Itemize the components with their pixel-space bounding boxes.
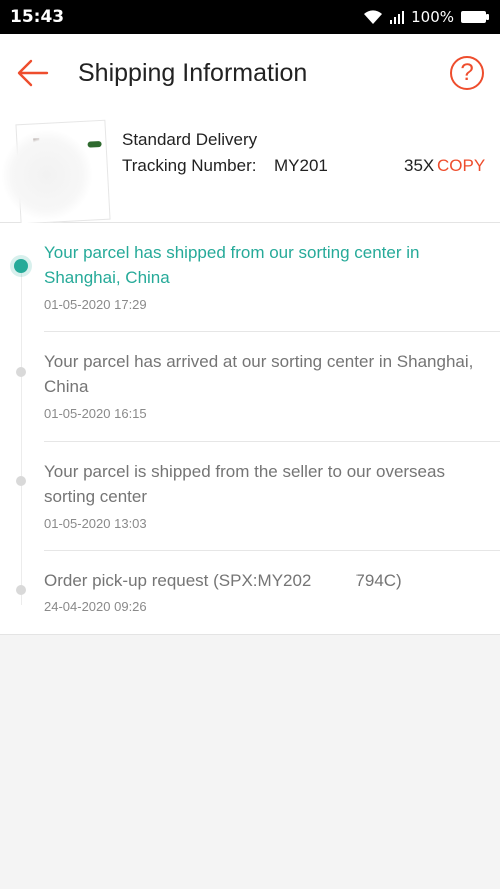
status-icons: 100% — [363, 8, 490, 26]
tracking-label: Tracking Number: — [122, 156, 257, 175]
page-title: Shipping Information — [78, 59, 308, 87]
timeline-event-time: 01-05-2020 17:29 — [44, 297, 147, 312]
timeline-event-text: Your parcel has arrived at our sorting c… — [44, 352, 474, 396]
timeline-divider — [44, 550, 500, 551]
status-time: 15:43 — [10, 7, 65, 27]
timeline-event-text-prefix: Order pick-up request (SPX:MY202 — [44, 571, 312, 590]
timeline-dot — [16, 585, 26, 595]
timeline-event-text: Your parcel is shipped from the seller t… — [44, 462, 445, 506]
timeline-event-text: Your parcel has shipped from our sorting… — [44, 243, 420, 287]
shipping-info-screen: 15:43 100% Shipping Information ? Standa… — [0, 0, 500, 889]
battery-level: 100% — [411, 8, 454, 26]
timeline-divider — [44, 441, 500, 442]
timeline-event-time: 24-04-2020 09:26 — [44, 599, 147, 614]
question-circle-icon: ? — [460, 59, 474, 86]
arrow-left-icon — [16, 59, 50, 94]
tracking-number-suffix: 35X — [404, 156, 435, 175]
timeline-dot-active — [14, 259, 28, 273]
battery-icon — [460, 9, 490, 25]
thumbnail-blur — [2, 130, 92, 220]
timeline-event-text-suffix: 794C) — [355, 571, 402, 590]
tracking-number-redaction — [334, 156, 400, 178]
app-header: Shipping Information ? — [0, 34, 500, 112]
tracking-timeline: Your parcel has shipped from our sorting… — [0, 223, 500, 635]
delivery-card: Standard Delivery Tracking Number: MY201… — [0, 112, 500, 225]
timeline-dot — [16, 476, 26, 486]
timeline-event-time: 01-05-2020 13:03 — [44, 516, 147, 531]
timeline-line — [21, 265, 22, 605]
timeline-dot — [16, 367, 26, 377]
tracking-number-prefix: MY201 — [274, 156, 328, 175]
timeline-event-time: 01-05-2020 16:15 — [44, 406, 147, 421]
status-bar: 15:43 100% — [0, 0, 500, 34]
text-redaction — [310, 569, 358, 591]
help-button[interactable]: ? — [450, 56, 484, 90]
copy-button[interactable]: COPY — [437, 156, 485, 176]
signal-icon — [389, 9, 405, 25]
back-button[interactable] — [16, 56, 50, 90]
delivery-type: Standard Delivery — [122, 130, 258, 149]
wifi-icon — [363, 9, 383, 25]
timeline-divider — [44, 331, 500, 332]
